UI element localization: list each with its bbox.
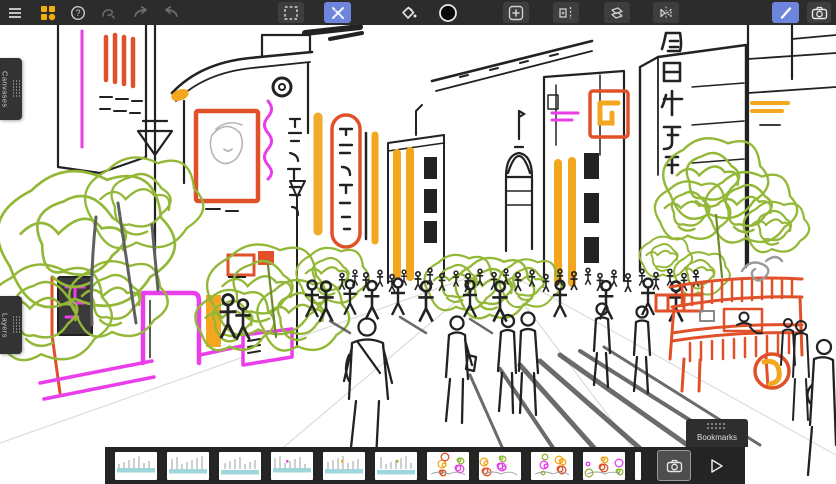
- window-slab: [424, 189, 437, 213]
- canvases-tab[interactable]: Canvases: [0, 58, 22, 120]
- canvas-thumbnail[interactable]: [115, 452, 157, 480]
- tower: [506, 111, 532, 251]
- plus-icon: [508, 5, 524, 21]
- canvas-thumbnail[interactable]: [583, 452, 625, 480]
- magenta-squiggle: [265, 101, 272, 179]
- canvas-filmstrip: [105, 447, 745, 484]
- add-button[interactable]: [503, 2, 529, 23]
- bookmarks-label: Bookmarks: [697, 433, 737, 442]
- duplicate-icon: [609, 5, 625, 21]
- app-logo-button[interactable]: [38, 2, 58, 23]
- drag-handle-dots: [13, 80, 22, 98]
- canvas-thumbnail[interactable]: [323, 452, 365, 480]
- color-swatch-button[interactable]: [437, 2, 459, 23]
- camera-icon: [811, 5, 828, 21]
- camera-button[interactable]: [807, 2, 831, 23]
- undo-icon: [133, 5, 149, 21]
- window-slab: [584, 193, 599, 223]
- drag-handle-dots: [707, 423, 727, 431]
- svg-text:?: ?: [75, 8, 80, 18]
- drawing-canvas[interactable]: [0, 25, 836, 484]
- canvas-thumbnail[interactable]: [479, 452, 521, 480]
- trees: [0, 138, 809, 360]
- flip-button[interactable]: [653, 2, 679, 23]
- measure-icon: [558, 5, 574, 21]
- sketch-app-window: ?: [0, 0, 836, 484]
- snapshot-button[interactable]: [657, 450, 691, 481]
- red-sign: [590, 91, 628, 137]
- window-slab: [424, 221, 437, 243]
- pen-icon: [778, 5, 794, 21]
- tools-button[interactable]: [324, 2, 351, 23]
- play-button[interactable]: [707, 456, 727, 476]
- orange-blob: [170, 87, 191, 103]
- drag-handle-dots: [13, 316, 22, 334]
- banner-glyphs-1: [288, 119, 301, 215]
- help-button[interactable]: ?: [68, 2, 88, 23]
- canvases-tab-label: Canvases: [1, 71, 10, 108]
- orange-glyph: [600, 103, 618, 123]
- marquee-icon: [283, 5, 299, 21]
- bookmarks-tab[interactable]: Bookmarks: [686, 419, 748, 447]
- gesture-icon: [100, 5, 116, 21]
- layers-tab-label: Layers: [1, 313, 10, 338]
- play-icon: [710, 458, 724, 474]
- fill-button[interactable]: [397, 2, 419, 23]
- redo-button[interactable]: [161, 2, 181, 23]
- orange-dashes: [752, 103, 788, 111]
- billboard: [196, 111, 258, 201]
- canvas-thumbnail[interactable]: [375, 452, 417, 480]
- canvas-thumbnail[interactable]: [531, 452, 573, 480]
- flip-icon: [658, 5, 674, 21]
- red-bars: [106, 35, 133, 86]
- grid-logo-icon: [40, 5, 56, 21]
- redo-icon: [163, 5, 179, 21]
- street-sketch: [0, 25, 836, 484]
- canvas-thumbnail[interactable]: [167, 452, 209, 480]
- menu-icon: [7, 5, 23, 21]
- canvas-thumbnail[interactable]: [427, 452, 469, 480]
- layers-tab[interactable]: Layers: [0, 296, 22, 354]
- canvas-thumbnail[interactable]: [219, 452, 261, 480]
- window-slab: [584, 153, 599, 179]
- camera-icon: [666, 458, 683, 474]
- menu-button[interactable]: [5, 2, 25, 23]
- gesture-button[interactable]: [98, 2, 118, 23]
- duplicate-button[interactable]: [604, 2, 630, 23]
- paint-bucket-icon: [400, 5, 417, 21]
- thumbnail-strip: [115, 452, 641, 480]
- color-circle-icon: [438, 3, 458, 23]
- orange-stripes: [558, 161, 572, 283]
- top-toolbar: ?: [0, 0, 836, 25]
- help-icon: ?: [70, 5, 86, 21]
- canvas-thumbnail[interactable]: [271, 452, 313, 480]
- orange-stripes: [397, 151, 410, 277]
- pen-tool-button[interactable]: [772, 2, 799, 23]
- magenta-door-frame: [143, 293, 199, 363]
- select-tool-button[interactable]: [278, 2, 304, 23]
- measure-button[interactable]: [553, 2, 579, 23]
- window-slab: [584, 237, 599, 263]
- cart-people: [737, 313, 809, 421]
- undo-button[interactable]: [131, 2, 151, 23]
- crossed-tools-icon: [330, 5, 346, 21]
- billboard-face-sketch: [210, 123, 242, 164]
- canvas-thumbnail[interactable]: [635, 452, 641, 480]
- cart-box: [700, 311, 714, 321]
- window-slab: [424, 157, 437, 179]
